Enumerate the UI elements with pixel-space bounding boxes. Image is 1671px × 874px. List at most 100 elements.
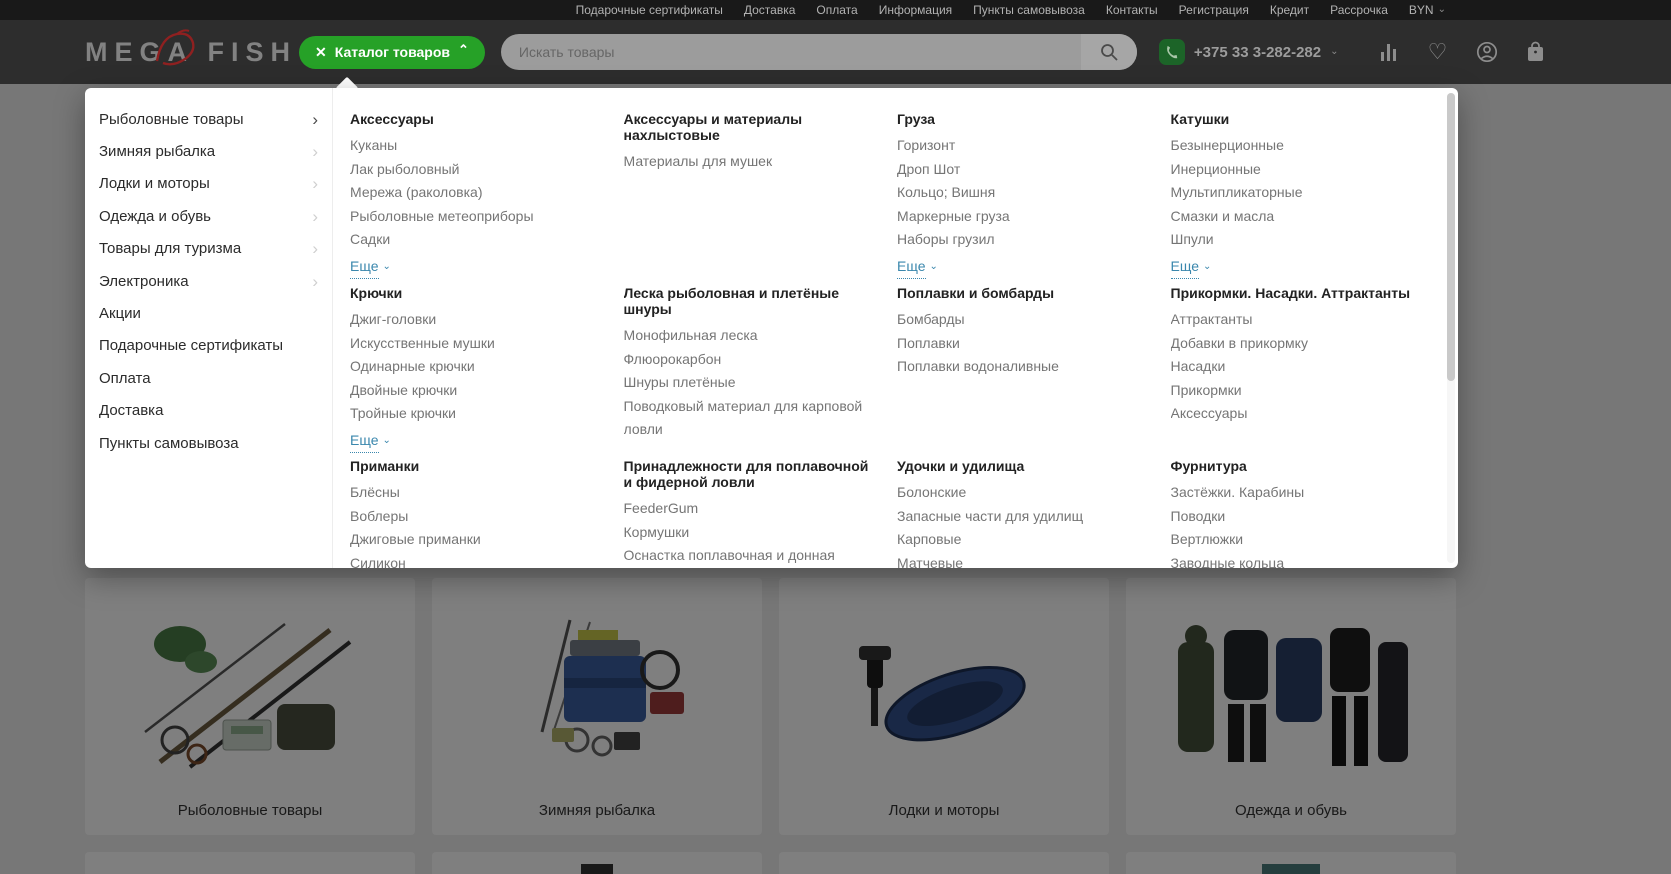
account-button[interactable]	[1475, 40, 1499, 64]
menu-link[interactable]: Кольцо; Вишня	[897, 181, 1145, 205]
sidebar-item-clothing-shoes[interactable]: Одежда и обувь ›	[85, 200, 332, 232]
menu-link[interactable]: Болонские	[897, 481, 1145, 505]
menu-link[interactable]: Аксессуары	[1171, 402, 1419, 426]
menu-link[interactable]: Застёжки. Карабины	[1171, 481, 1419, 505]
topbar-link-installment[interactable]: Рассрочка	[1330, 3, 1388, 17]
menu-link[interactable]: Инерционные	[1171, 158, 1419, 182]
menu-link[interactable]: Поводки	[1171, 505, 1419, 529]
topbar-link-contacts[interactable]: Контакты	[1106, 3, 1158, 17]
sidebar-item-fishing-goods[interactable]: Рыболовные товары ›	[85, 103, 332, 135]
menu-section-title[interactable]: Аксессуары и материалы нахлыстовые	[624, 111, 872, 143]
cart-button[interactable]	[1524, 40, 1548, 64]
menu-link[interactable]: Силикон	[350, 552, 598, 569]
sidebar-item-electronics[interactable]: Электроника ›	[85, 265, 332, 297]
phone-link[interactable]: +375 33 3-282-282 ⌄	[1159, 39, 1339, 65]
menu-link[interactable]: Бомбарды	[897, 308, 1145, 332]
sidebar-item-pickup-points[interactable]: Пункты самовывоза	[85, 427, 332, 459]
menu-link[interactable]: Заводные кольца	[1171, 552, 1419, 569]
menu-link[interactable]: Горизонт	[897, 134, 1145, 158]
category-card-partial[interactable]	[85, 852, 415, 874]
menu-link[interactable]: Поплавки водоналивные	[897, 355, 1145, 379]
menu-link[interactable]: Оснастка поплавочная и донная	[624, 544, 872, 568]
more-link[interactable]: Еще ⌄	[1171, 255, 1212, 280]
menu-link[interactable]: Материалы для мушек	[624, 150, 872, 174]
menu-link[interactable]: Кормушки	[624, 521, 872, 545]
currency-selector[interactable]: BYN ⌄	[1409, 3, 1446, 17]
sidebar-item-tourism[interactable]: Товары для туризма ›	[85, 233, 332, 265]
menu-link[interactable]: Джиг-головки	[350, 308, 598, 332]
menu-link[interactable]: Наборы грузил	[897, 228, 1145, 252]
sidebar-item-payment[interactable]: Оплата	[85, 362, 332, 394]
compare-button[interactable]	[1377, 40, 1401, 64]
topbar-link-gift-certificates[interactable]: Подарочные сертификаты	[576, 3, 723, 17]
topbar-link-credit[interactable]: Кредит	[1270, 3, 1309, 17]
menu-link[interactable]: Блёсны	[350, 481, 598, 505]
menu-scrollbar-thumb[interactable]	[1447, 93, 1455, 381]
category-card-partial[interactable]	[432, 852, 762, 874]
category-card-winter-fishing[interactable]: Зимняя рыбалка	[432, 578, 762, 835]
more-link[interactable]: Еще ⌄	[350, 255, 391, 280]
menu-section-title[interactable]: Принадлежности для поплавочной и фидерно…	[624, 458, 872, 490]
menu-link[interactable]: Садки	[350, 228, 598, 252]
favorites-button[interactable]: ♡	[1426, 40, 1450, 64]
menu-link[interactable]: Поплавки	[897, 332, 1145, 356]
menu-link[interactable]: Двойные крючки	[350, 379, 598, 403]
menu-section-title[interactable]: Фурнитура	[1171, 458, 1419, 474]
sidebar-item-winter-fishing[interactable]: Зимняя рыбалка ›	[85, 135, 332, 167]
more-link[interactable]: Еще ⌄	[350, 429, 391, 454]
menu-link[interactable]: Шнуры плетёные	[624, 371, 872, 395]
menu-link[interactable]: Вертлюжки	[1171, 528, 1419, 552]
topbar-link-pickup-points[interactable]: Пункты самовывоза	[973, 3, 1085, 17]
menu-link[interactable]: Шпули	[1171, 228, 1419, 252]
menu-link[interactable]: Воблеры	[350, 505, 598, 529]
category-card-boats[interactable]: Лодки и моторы	[779, 578, 1109, 835]
menu-link[interactable]: Прикормки	[1171, 379, 1419, 403]
logo[interactable]: MEGA FISH	[85, 37, 277, 68]
catalog-button[interactable]: ✕ Каталог товаров ⌃	[299, 36, 485, 69]
menu-link[interactable]: Дроп Шот	[897, 158, 1145, 182]
search-input[interactable]	[501, 34, 1081, 70]
menu-link[interactable]: Тройные крючки	[350, 402, 598, 426]
menu-link[interactable]: Запасные части для удилищ	[897, 505, 1145, 529]
menu-link[interactable]: Монофильная леска	[624, 324, 872, 348]
menu-link[interactable]: Джиговые приманки	[350, 528, 598, 552]
menu-link[interactable]: Мультипликаторные	[1171, 181, 1419, 205]
menu-link[interactable]: Маркерные груза	[897, 205, 1145, 229]
menu-link[interactable]: Мережа (раколовка)	[350, 181, 598, 205]
menu-link[interactable]: Искусственные мушки	[350, 332, 598, 356]
sidebar-item-delivery[interactable]: Доставка	[85, 395, 332, 427]
menu-section-title[interactable]: Прикормки. Насадки. Аттрактанты	[1171, 285, 1419, 301]
menu-link[interactable]: Одинарные крючки	[350, 355, 598, 379]
topbar-link-payment[interactable]: Оплата	[816, 3, 857, 17]
menu-section-title[interactable]: Приманки	[350, 458, 598, 474]
menu-link[interactable]: Рыболовные метеоприборы	[350, 205, 598, 229]
more-link[interactable]: Еще ⌄	[897, 255, 938, 280]
topbar-link-registration[interactable]: Регистрация	[1179, 3, 1249, 17]
menu-link[interactable]: FeederGum	[624, 497, 872, 521]
sidebar-item-promotions[interactable]: Акции	[85, 297, 332, 329]
menu-link[interactable]: Поводковый материал для карповой ловли	[624, 395, 872, 442]
menu-section-title[interactable]: Груза	[897, 111, 1145, 127]
category-card-partial[interactable]	[779, 852, 1109, 874]
menu-link[interactable]: Аттрактанты	[1171, 308, 1419, 332]
menu-link[interactable]: Насадки	[1171, 355, 1419, 379]
menu-link[interactable]: Куканы	[350, 134, 598, 158]
menu-section-title[interactable]: Аксессуары	[350, 111, 598, 127]
menu-link[interactable]: Сигнализаторы	[624, 568, 872, 569]
menu-link[interactable]: Смазки и масла	[1171, 205, 1419, 229]
menu-section-title[interactable]: Крючки	[350, 285, 598, 301]
menu-section-title[interactable]: Поплавки и бомбарды	[897, 285, 1145, 301]
menu-link[interactable]: Добавки в прикормку	[1171, 332, 1419, 356]
menu-section-title[interactable]: Леска рыболовная и плетёные шнуры	[624, 285, 872, 317]
menu-link[interactable]: Матчевые	[897, 552, 1145, 569]
sidebar-item-gift-certificates[interactable]: Подарочные сертификаты	[85, 330, 332, 362]
category-card-partial[interactable]	[1126, 852, 1456, 874]
menu-section-title[interactable]: Катушки	[1171, 111, 1419, 127]
search-button[interactable]	[1081, 34, 1137, 70]
topbar-link-information[interactable]: Информация	[879, 3, 952, 17]
category-card-fishing[interactable]: Рыболовные товары	[85, 578, 415, 835]
menu-link[interactable]: Флюорокарбон	[624, 348, 872, 372]
menu-link[interactable]: Карповые	[897, 528, 1145, 552]
topbar-link-delivery[interactable]: Доставка	[744, 3, 796, 17]
sidebar-item-boats-motors[interactable]: Лодки и моторы ›	[85, 168, 332, 200]
